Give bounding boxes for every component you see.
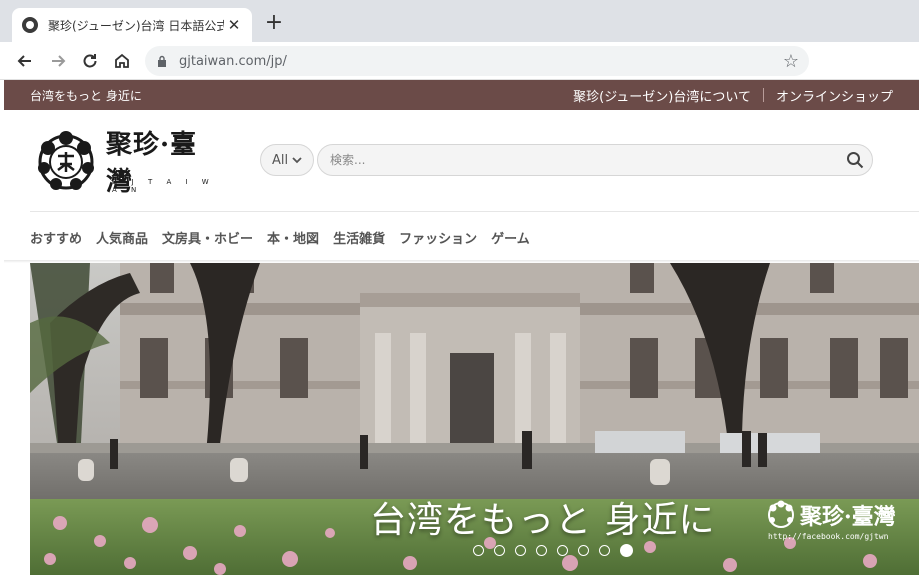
slide-dot[interactable] [578, 545, 589, 556]
browser-tab[interactable]: 聚珍(ジューゼン)台湾 日本語公式 ✕ [12, 8, 252, 42]
site-tagline: 台湾をもっと 身近に [30, 88, 142, 103]
site-header: 聚珍·臺灣 G J T A I W A N All [4, 110, 919, 210]
url-text: gjtaiwan.com/jp/ [179, 53, 287, 69]
about-link[interactable]: 聚珍(ジューゼン)台湾について [573, 86, 751, 105]
nav-item-fashion[interactable]: ファッション [399, 228, 477, 247]
browser-toolbar: gjtaiwan.com/jp/ ☆ [0, 42, 919, 80]
address-bar[interactable]: gjtaiwan.com/jp/ ☆ [145, 46, 809, 76]
hero-logo-url: http://facebook.com/gjtwn [768, 532, 889, 541]
home-icon [115, 53, 129, 68]
browser-tabstrip: 聚珍(ジューゼン)台湾 日本語公式 ✕ + [0, 0, 919, 42]
slide-dot[interactable] [536, 545, 547, 556]
home-button[interactable] [109, 48, 135, 74]
logo-subtext: G J T A I W A N [112, 178, 215, 194]
nav-item-games[interactable]: ゲーム [491, 228, 530, 247]
chevron-down-icon [292, 157, 302, 164]
slide-dot[interactable] [473, 545, 484, 556]
webpage: 台湾をもっと 身近に 聚珍(ジューゼン)台湾について オンラインショップ 聚珍·… [4, 80, 919, 587]
online-shop-link[interactable]: オンラインショップ [776, 86, 893, 105]
back-button[interactable] [12, 48, 38, 74]
top-info-bar: 台湾をもっと 身近に 聚珍(ジューゼン)台湾について オンラインショップ [4, 80, 919, 110]
nav-item-lifestyle[interactable]: 生活雑貨 [333, 228, 385, 247]
search-box [317, 144, 873, 176]
slider-pagination [473, 544, 643, 557]
slide-dot[interactable] [515, 545, 526, 556]
reload-icon [83, 54, 97, 68]
nav-item-popular[interactable]: 人気商品 [96, 228, 148, 247]
slide-dot-active[interactable] [620, 544, 633, 557]
link-divider [762, 88, 764, 102]
nav-item-stationery-hobby[interactable]: 文房具・ホビー [162, 228, 253, 247]
search-category-value: All [271, 152, 289, 168]
nav-item-recommended[interactable]: おすすめ [30, 228, 82, 247]
hero-logo-text: 聚珍·臺灣 [800, 504, 896, 530]
reload-button[interactable] [77, 48, 103, 74]
category-nav: おすすめ 人気商品 文房具・ホビー 本・地図 生活雑貨 ファッション ゲーム [30, 220, 544, 254]
slide-dot[interactable] [494, 545, 505, 556]
slide-dot[interactable] [557, 545, 568, 556]
site-favicon-icon [22, 17, 38, 33]
logo-emblem-icon [768, 500, 794, 528]
close-tab-icon[interactable]: ✕ [226, 16, 242, 34]
search-category-select[interactable]: All [260, 144, 314, 176]
top-links: 聚珍(ジューゼン)台湾について オンラインショップ [573, 86, 893, 105]
forward-button[interactable] [45, 48, 71, 74]
site-logo[interactable]: 聚珍·臺灣 G J T A I W A N [34, 130, 224, 197]
logo-emblem-icon [37, 131, 94, 190]
back-arrow-icon [17, 55, 31, 67]
bookmark-star-icon[interactable]: ☆ [783, 51, 799, 72]
new-tab-button[interactable]: + [262, 12, 286, 36]
tab-title: 聚珍(ジューゼン)台湾 日本語公式 [48, 18, 224, 33]
hero-watermark-logo: 聚珍·臺灣 http://facebook.com/gjtwn [766, 499, 896, 541]
header-divider [30, 211, 919, 212]
hero-slider[interactable]: 台湾をもっと 身近に 聚珍·臺灣 http://facebook.com/gjt… [30, 263, 919, 575]
forward-arrow-icon [52, 55, 66, 67]
lock-icon [158, 55, 166, 67]
hero-caption: 台湾をもっと 身近に [370, 500, 716, 541]
search-icon[interactable] [846, 151, 864, 169]
nav-item-books-maps[interactable]: 本・地図 [267, 228, 319, 247]
slide-dot[interactable] [599, 545, 610, 556]
search-input[interactable] [318, 145, 818, 175]
